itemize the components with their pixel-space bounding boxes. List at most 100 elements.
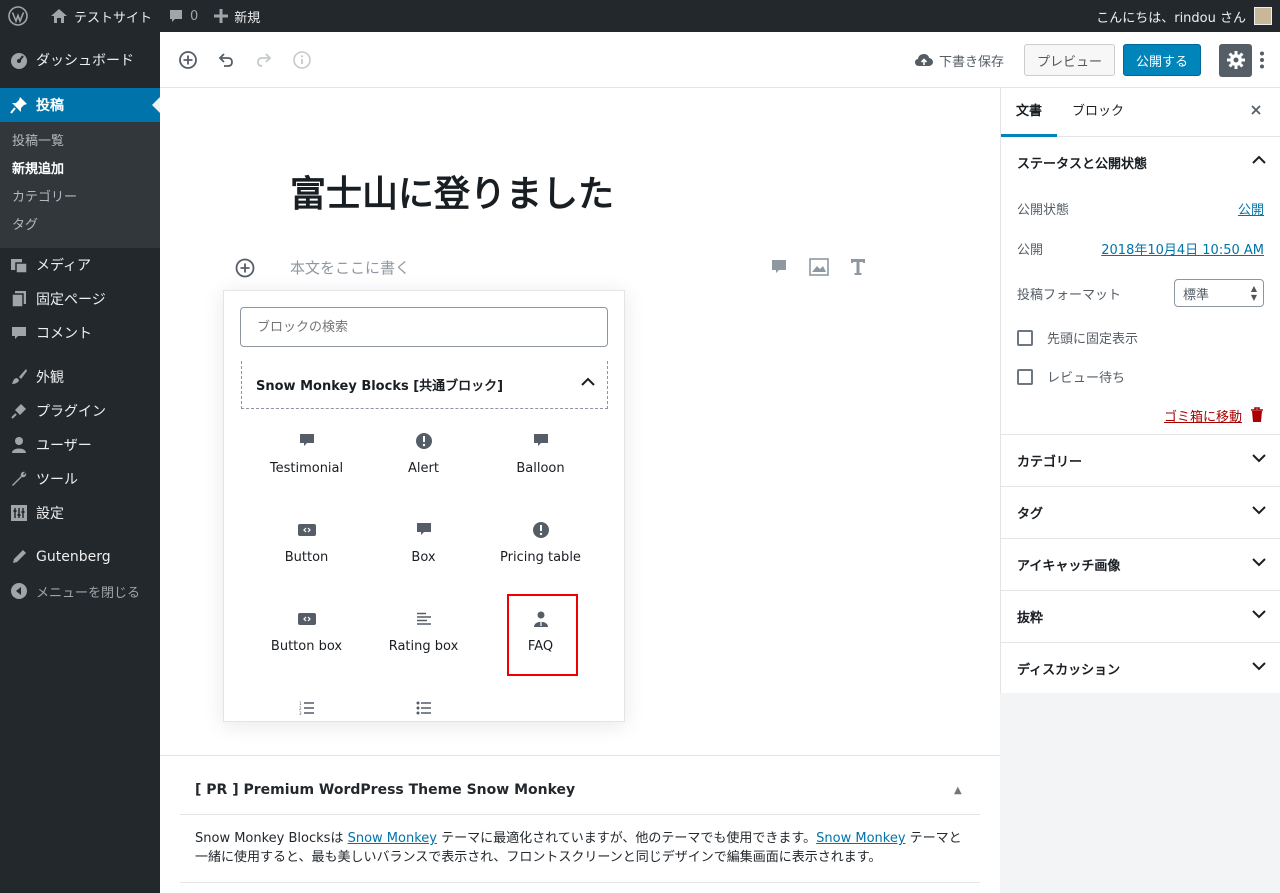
faq-highlight-annotation [507,594,578,676]
ordered-list-icon: 123 [299,698,315,718]
info-button[interactable] [290,48,314,72]
menu-pages[interactable]: 固定ページ [0,282,160,316]
block-testimonial[interactable]: Testimonial [248,419,365,499]
align-left-icon [416,609,432,629]
block-balloon[interactable]: Balloon [482,419,599,499]
publish-date-toggle[interactable]: 2018年10月4日 10:50 AM [1101,239,1264,258]
collapse-triangle-icon[interactable]: ▲ [954,785,962,796]
pending-review-checkbox-row[interactable]: レビュー待ち [1001,357,1280,396]
wordpress-logo-icon[interactable] [0,0,36,32]
site-name-link[interactable]: テストサイト [42,0,160,32]
settings-toggle-button[interactable] [1219,43,1252,77]
menu-settings-label: 設定 [36,506,64,522]
block-category-toggle[interactable]: Snow Monkey Blocks [共通ブロック] [241,361,608,409]
quick-insert-comment-icon[interactable] [770,258,788,276]
settings-icon [10,504,28,522]
brush-icon [10,368,28,386]
menu-plugins[interactable]: プラグイン [0,394,160,428]
featured-image-section-toggle[interactable]: アイキャッチ画像 [1001,539,1280,590]
account-greeting[interactable]: こんにちは、rindou さん [1096,7,1246,26]
comments-link[interactable]: 0 [160,0,206,32]
pr-title: [ PR ] Premium WordPress Theme Snow Monk… [195,782,576,798]
publish-button[interactable]: 公開する [1122,44,1201,76]
excerpt-section-toggle[interactable]: 抜粋 [1001,591,1280,642]
tab-block[interactable]: ブロック [1057,88,1139,137]
menu-posts[interactable]: 投稿 [0,88,160,122]
undo-button[interactable] [214,48,238,72]
preview-button[interactable]: プレビュー [1023,44,1115,76]
plugin-icon [10,402,28,420]
comment-icon [416,520,432,540]
menu-pages-label: 固定ページ [36,292,106,308]
plus-circle-icon [235,258,255,278]
more-options-button[interactable] [1260,51,1270,69]
post-format-row: 投稿フォーマット 標準 ▲ ▼ [1001,268,1280,318]
sticky-checkbox-row[interactable]: 先頭に固定表示 [1001,318,1280,357]
categories-section: カテゴリー [1001,435,1280,487]
block-alert[interactable]: Alert [365,419,482,499]
post-format-value: 標準 [1183,287,1210,303]
section-title: ディスカッション [1017,663,1121,678]
menu-gutenberg-label: Gutenberg [36,549,111,565]
post-title[interactable]: 富士山に登りました [290,165,614,217]
block-ordered-list-partial[interactable]: 123 [248,686,365,721]
block-search-input[interactable] [240,307,608,347]
quick-insert-image-icon[interactable] [809,258,829,276]
featured-image-section: アイキャッチ画像 [1001,539,1280,591]
quick-insert-heading-icon[interactable] [850,258,866,276]
menu-gutenberg[interactable]: Gutenberg [0,540,160,574]
chevron-down-icon [1252,557,1266,567]
categories-section-toggle[interactable]: カテゴリー [1001,435,1280,486]
snow-monkey-link[interactable]: Snow Monkey [816,831,905,846]
post-format-label: 投稿フォーマット [1017,287,1122,303]
block-box[interactable]: Box [365,508,482,588]
new-content-link[interactable]: 新規 [206,0,268,32]
pr-text-part: Snow Monkey Blocksは [195,831,348,846]
visibility-toggle[interactable]: 公開 [1238,199,1264,218]
media-icon [10,256,28,274]
tab-document[interactable]: 文書 [1001,88,1058,137]
collapse-menu-label: メニューを閉じる [36,585,141,601]
block-button-box[interactable]: Button box [248,597,365,677]
menu-tools[interactable]: ツール [0,462,160,496]
post-format-select[interactable]: 標準 ▲ ▼ [1174,279,1264,307]
menu-dashboard[interactable]: ダッシュボード [0,43,160,77]
menu-plugins-label: プラグイン [36,404,106,420]
menu-comments[interactable]: コメント [0,316,160,350]
submenu-all-posts[interactable]: 投稿一覧 [0,128,160,156]
save-draft-button[interactable]: 下書き保存 [914,51,1004,70]
block-rating-box[interactable]: Rating box [365,597,482,677]
close-settings-button[interactable] [1250,104,1262,116]
menu-media[interactable]: メディア [0,248,160,282]
menu-appearance[interactable]: 外観 [0,360,160,394]
menu-settings[interactable]: 設定 [0,496,160,530]
alert-icon [532,520,550,540]
body-placeholder[interactable]: 本文をここに書く [290,257,410,278]
snow-monkey-link[interactable]: Snow Monkey [348,831,437,846]
submenu-add-new[interactable]: 新規追加 [0,156,160,184]
status-section-toggle[interactable]: ステータスと公開状態 [1001,137,1280,188]
block-category-title: Snow Monkey Blocks [共通ブロック] [256,379,504,394]
block-label: Testimonial [269,461,344,476]
visibility-label: 公開状態 [1017,202,1070,218]
submenu-tags[interactable]: タグ [0,212,160,240]
add-block-button[interactable] [176,48,200,72]
submenu-categories[interactable]: カテゴリー [0,184,160,212]
block-button[interactable]: Button [248,508,365,588]
tags-section-toggle[interactable]: タグ [1001,487,1280,538]
redo-button[interactable] [252,48,276,72]
chevron-up-icon [1252,155,1266,165]
discussion-section-toggle[interactable]: ディスカッション [1001,643,1280,694]
move-to-trash-button[interactable]: ゴミ箱に移動 [1001,396,1280,434]
pending-review-label: レビュー待ち [1047,371,1126,386]
sticky-checkbox[interactable] [1017,329,1033,346]
collapse-menu-button[interactable]: メニューを閉じる [0,574,160,608]
menu-users[interactable]: ユーザー [0,428,160,462]
block-list-partial[interactable] [365,686,482,721]
block-pricing-table[interactable]: Pricing table [482,508,599,588]
pending-review-checkbox[interactable] [1017,368,1033,385]
avatar[interactable] [1254,7,1272,25]
block-label: Box [411,550,436,565]
inline-inserter-button[interactable] [234,257,256,279]
pr-text-part: テーマに最適化されていますが、他のテーマでも使用できます。 [436,831,817,846]
